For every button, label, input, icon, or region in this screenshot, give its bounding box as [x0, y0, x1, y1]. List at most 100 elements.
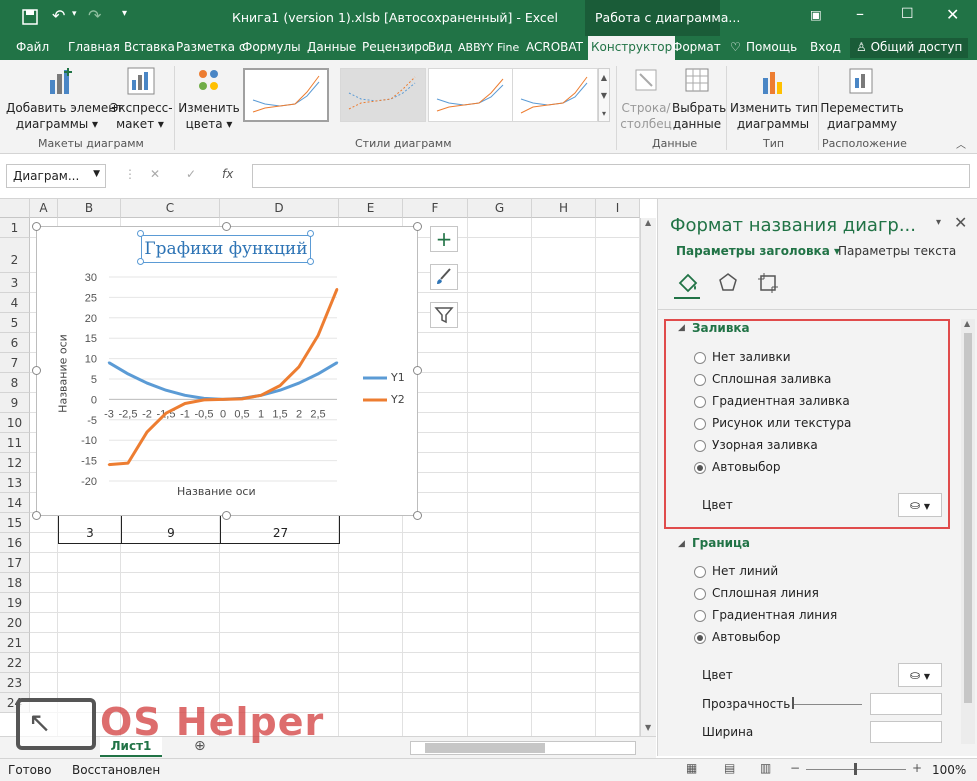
border-radio-1[interactable] — [694, 588, 706, 600]
fill-option-label-3[interactable]: Рисунок или текстура — [712, 416, 851, 430]
data-point-y1[interactable] — [164, 389, 168, 392]
row-header-7[interactable]: 7 — [0, 353, 30, 373]
row-header-2[interactable]: 2 — [0, 238, 30, 273]
row-header-16[interactable]: 16 — [0, 533, 30, 553]
data-point-y2[interactable] — [126, 461, 130, 465]
move-chart-button[interactable]: Переместить диаграмму — [820, 60, 904, 134]
column-header-B[interactable]: B — [58, 199, 121, 218]
data-point-y2[interactable] — [259, 394, 263, 397]
tab-format[interactable]: Формат — [672, 40, 721, 54]
vertical-scrollbar[interactable]: ▲ ▼ — [640, 218, 656, 736]
page-layout-view-icon[interactable]: ▤ — [724, 761, 735, 775]
data-point-y1[interactable] — [145, 381, 149, 385]
select-data-button[interactable]: Выбрать данные — [672, 60, 726, 134]
horizontal-scrollbar[interactable] — [410, 741, 636, 755]
border-radio-2[interactable] — [694, 610, 706, 622]
tab-page-layout[interactable]: Разметка с — [176, 40, 245, 54]
fill-radio-0[interactable] — [694, 352, 706, 364]
save-icon[interactable] — [22, 9, 38, 25]
fill-radio-2[interactable] — [694, 396, 706, 408]
chart-styles-button[interactable] — [430, 264, 458, 290]
fill-option-label-4[interactable]: Узорная заливка — [712, 438, 818, 452]
fill-section-title[interactable]: Заливка — [692, 321, 750, 335]
y-axis-title[interactable]: Название оси — [57, 334, 70, 414]
chart-style-3[interactable] — [428, 68, 514, 122]
data-point-y2[interactable] — [221, 398, 225, 401]
fill-radio-1[interactable] — [694, 374, 706, 386]
row-header-12[interactable]: 12 — [0, 453, 30, 473]
change-colors-button[interactable]: Изменить цвета ▾ — [178, 60, 240, 134]
chart-filters-button[interactable] — [430, 302, 458, 328]
tab-abbyy[interactable]: ABBYY Fine — [458, 41, 519, 54]
close-window-icon[interactable]: ✕ — [946, 5, 959, 24]
cell-B15[interactable]: 3 — [59, 524, 122, 543]
data-point-y1[interactable] — [126, 372, 130, 376]
column-header-I[interactable]: I — [596, 199, 640, 218]
row-header-8[interactable]: 8 — [0, 373, 30, 393]
add-chart-element-button[interactable]: Добавить элемент диаграммы ▾ — [6, 60, 123, 134]
border-option-label-2[interactable]: Градиентная линия — [712, 608, 837, 622]
column-header-C[interactable]: C — [121, 199, 220, 218]
tab-review[interactable]: Рецензиро — [362, 40, 429, 54]
tab-text-params[interactable]: Параметры текста — [838, 244, 956, 258]
effects-icon[interactable] — [716, 271, 740, 295]
signin-link[interactable]: Вход — [810, 40, 841, 54]
redo-icon[interactable]: ↷ — [88, 6, 101, 25]
tab-acrobat[interactable]: ACROBAT — [526, 40, 583, 54]
row-header-14[interactable]: 14 — [0, 493, 30, 513]
data-point-y2[interactable] — [278, 384, 282, 387]
scroll-up-icon[interactable]: ▲ — [964, 319, 970, 328]
tab-data[interactable]: Данные — [307, 40, 356, 54]
title-handle[interactable] — [307, 230, 314, 237]
cell-D15[interactable]: 27 — [221, 524, 340, 543]
fill-option-label-2[interactable]: Градиентная заливка — [712, 394, 850, 408]
series-line-y2[interactable] — [108, 288, 339, 467]
page-break-view-icon[interactable]: ▥ — [760, 761, 771, 775]
fill-radio-3[interactable] — [694, 418, 706, 430]
lightbulb-icon[interactable]: ♡ — [730, 40, 741, 54]
data-point-y1[interactable] — [183, 394, 187, 397]
x-axis-title[interactable]: Название оси — [177, 485, 256, 498]
fill-line-icon[interactable] — [676, 271, 700, 295]
row-header-10[interactable]: 10 — [0, 413, 30, 433]
formula-input[interactable] — [252, 164, 970, 188]
border-radio-0[interactable] — [694, 566, 706, 578]
row-header-1[interactable]: 1 — [0, 218, 30, 238]
pane-scrollbar[interactable]: ▲ — [961, 319, 975, 744]
chart-resize-handle[interactable] — [222, 511, 231, 520]
border-color-picker[interactable]: ⛀ ▼ — [898, 663, 942, 687]
transparency-slider[interactable] — [792, 704, 862, 705]
data-point-y1[interactable] — [335, 361, 339, 364]
data-point-y2[interactable] — [297, 365, 301, 368]
select-all[interactable] — [0, 199, 30, 218]
pane-options-icon[interactable]: ▾ — [936, 217, 941, 228]
cancel-icon[interactable]: ✕ — [150, 167, 160, 181]
data-point-y1[interactable] — [278, 389, 282, 392]
title-handle[interactable] — [137, 258, 144, 265]
pane-close-icon[interactable]: ✕ — [954, 213, 967, 232]
chart-resize-handle[interactable] — [222, 222, 231, 231]
customize-toolbar-icon[interactable]: ▾ — [122, 8, 127, 19]
data-point-y2[interactable] — [335, 288, 339, 291]
tab-insert[interactable]: Вставка — [124, 40, 175, 54]
column-header-F[interactable]: F — [403, 199, 468, 218]
series-line-y1[interactable] — [108, 361, 338, 401]
row-header-4[interactable]: 4 — [0, 293, 30, 313]
chart-style-2[interactable] — [340, 68, 426, 122]
border-option-label-1[interactable]: Сплошная линия — [712, 586, 819, 600]
legend-y1[interactable]: Y1 — [391, 371, 405, 384]
fill-option-label-5[interactable]: Автовыбор — [712, 460, 781, 474]
styles-scroll[interactable]: ▲ ▼ ▾ — [598, 68, 610, 122]
fill-radio-4[interactable] — [694, 440, 706, 452]
tab-formulas[interactable]: Формулы — [242, 40, 301, 54]
row-header-18[interactable]: 18 — [0, 573, 30, 593]
share-button[interactable]: ♙ Общий доступ — [850, 38, 969, 58]
border-section-title[interactable]: Граница — [692, 536, 750, 550]
chart-area[interactable]: 30 25 20 15 10 5 0 -5 -10 -15 -20 -3 -2,5 -2 -1,5 -1 -0,… — [36, 226, 418, 516]
tab-view[interactable]: Вид — [428, 40, 452, 54]
column-header-A[interactable]: A — [30, 199, 58, 218]
tab-title-params[interactable]: Параметры заголовка ▾ — [676, 244, 840, 258]
fill-radio-5[interactable] — [694, 462, 706, 474]
transparency-input[interactable] — [870, 693, 942, 715]
data-point-y2[interactable] — [183, 402, 187, 405]
